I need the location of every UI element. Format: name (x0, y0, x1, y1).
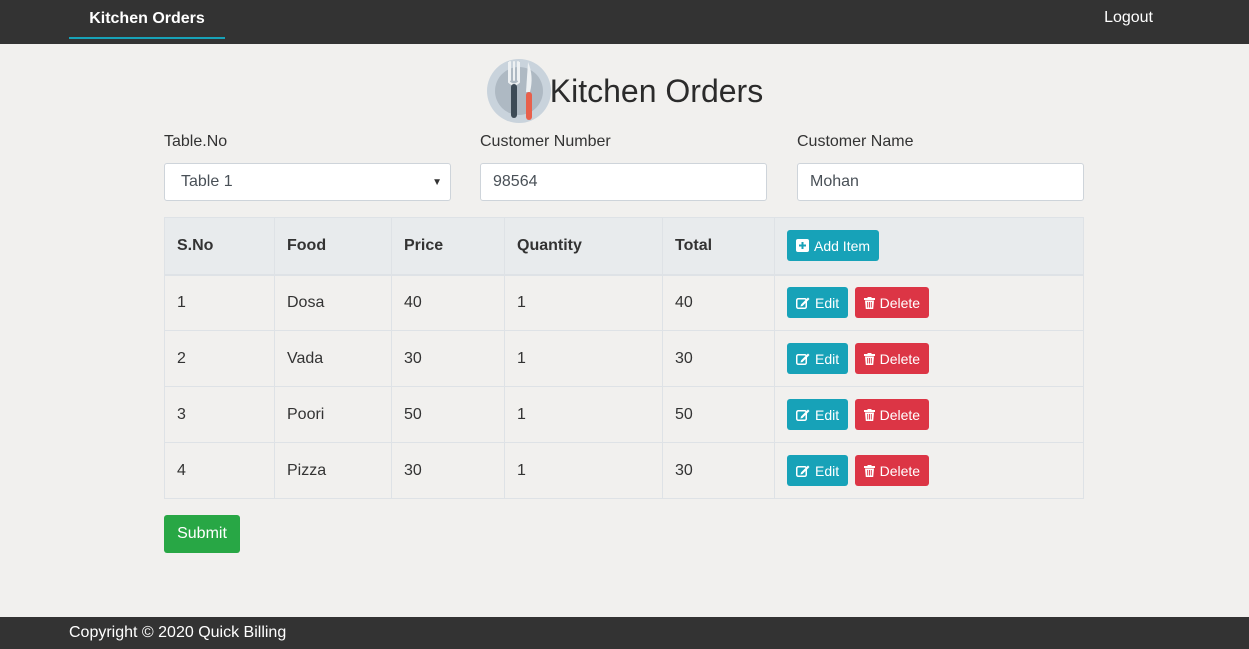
delete-button[interactable]: Delete (854, 343, 930, 374)
footer: Copyright © 2020 Quick Billing (0, 617, 1249, 649)
cell-total: 30 (662, 442, 775, 499)
edit-label: Edit (815, 350, 840, 367)
header-food: Food (274, 217, 392, 276)
table-no-label: Table.No (164, 133, 228, 150)
trash-icon (863, 352, 875, 365)
cell-quantity: 1 (504, 442, 663, 499)
cell-food: Vada (274, 330, 392, 387)
customer-number-value: 98564 (493, 173, 538, 190)
cell-price: 50 (391, 386, 505, 443)
edit-button[interactable]: Edit (787, 287, 849, 319)
customer-number-group: Customer Number 98564 (480, 132, 767, 201)
edit-button[interactable]: Edit (787, 343, 849, 374)
cell-food: Dosa (274, 274, 392, 331)
header-quantity: Quantity (504, 217, 663, 276)
customer-name-input[interactable]: Mohan (797, 163, 1084, 201)
plus-square-icon (796, 239, 809, 253)
cell-actions: Edit Delete (774, 330, 1084, 387)
customer-number-label: Customer Number (480, 133, 611, 150)
cell-price: 30 (391, 330, 505, 387)
orders-table: S.No Food Price Quantity Total Add Item … (164, 217, 1084, 499)
edit-button[interactable]: Edit (787, 399, 849, 430)
customer-name-label: Customer Name (797, 133, 914, 150)
cell-sno: 3 (164, 386, 275, 443)
cell-total: 50 (662, 386, 775, 443)
delete-button[interactable]: Delete (854, 399, 930, 430)
table-row: 3 Poori 50 1 50 Edit Delete (164, 386, 1084, 443)
header-actions: Add Item (774, 217, 1084, 276)
header-total: Total (662, 217, 775, 276)
top-navbar: Kitchen Orders Logout (0, 0, 1249, 44)
cell-actions: Edit Delete (774, 386, 1084, 443)
customer-name-value: Mohan (810, 173, 859, 190)
customer-number-input[interactable]: 98564 (480, 163, 767, 201)
table-row: 1 Dosa 40 1 40 Edit Delete (164, 274, 1084, 331)
page-header: Kitchen Orders (0, 58, 1249, 124)
cell-total: 40 (662, 274, 775, 331)
footer-copyright: Copyright © 2020 Quick Billing (69, 624, 287, 641)
table-no-group: Table.No Table 1 ▼ (164, 132, 451, 201)
edit-label: Edit (815, 462, 840, 479)
cell-actions: Edit Delete (774, 274, 1084, 331)
cell-total: 30 (662, 330, 775, 387)
submit-button[interactable]: Submit (164, 515, 240, 553)
delete-button[interactable]: Delete (854, 287, 930, 319)
edit-button[interactable]: Edit (787, 455, 849, 486)
cell-price: 40 (391, 274, 505, 331)
edit-icon (796, 409, 810, 421)
add-item-label: Add Item (814, 237, 871, 254)
trash-icon (863, 296, 875, 309)
edit-label: Edit (815, 406, 840, 423)
cell-quantity: 1 (504, 330, 663, 387)
edit-icon (796, 465, 810, 477)
cell-actions: Edit Delete (774, 442, 1084, 499)
cell-sno: 4 (164, 442, 275, 499)
chevron-down-icon: ▼ (432, 176, 442, 188)
cell-sno: 2 (164, 330, 275, 387)
cell-sno: 1 (164, 274, 275, 331)
header-sno: S.No (164, 217, 275, 276)
delete-label: Delete (879, 406, 921, 423)
plate-fork-knife-icon (486, 59, 551, 123)
page-title: Kitchen Orders (549, 72, 764, 109)
table-row: 2 Vada 30 1 30 Edit Delete (164, 330, 1084, 387)
trash-icon (863, 408, 875, 421)
add-item-button[interactable]: Add Item (787, 230, 880, 262)
table-no-selected-value: Table 1 (181, 173, 233, 190)
table-row: 4 Pizza 30 1 30 Edit Delete (164, 442, 1084, 499)
delete-label: Delete (879, 462, 921, 479)
cell-food: Pizza (274, 442, 392, 499)
logout-link[interactable]: Logout (1104, 0, 1153, 36)
cell-quantity: 1 (504, 274, 663, 331)
nav-brand-kitchen-orders[interactable]: Kitchen Orders (69, 0, 225, 39)
edit-icon (796, 353, 810, 365)
table-header-row: S.No Food Price Quantity Total Add Item (164, 217, 1084, 276)
header-price: Price (391, 217, 505, 276)
table-no-select[interactable]: Table 1 ▼ (164, 163, 451, 201)
cell-quantity: 1 (504, 386, 663, 443)
delete-label: Delete (879, 294, 921, 311)
cell-food: Poori (274, 386, 392, 443)
delete-button[interactable]: Delete (854, 455, 930, 486)
cell-price: 30 (391, 442, 505, 499)
delete-label: Delete (879, 350, 921, 367)
customer-name-group: Customer Name Mohan (797, 132, 1084, 201)
edit-icon (796, 297, 810, 309)
trash-icon (863, 464, 875, 477)
edit-label: Edit (815, 294, 840, 311)
